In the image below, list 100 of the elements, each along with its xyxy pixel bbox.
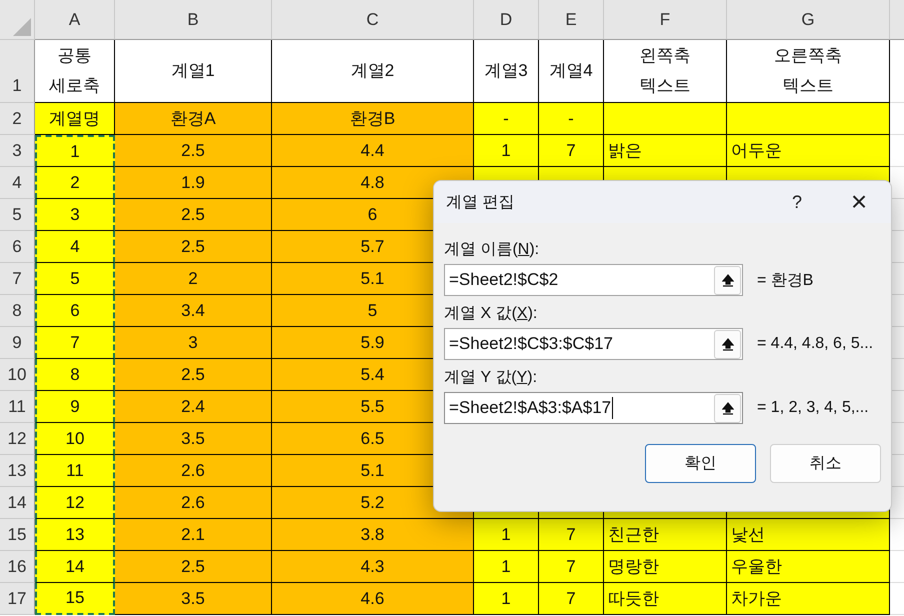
collapse-button[interactable] [714,394,741,422]
input-field[interactable]: =Sheet2!$C$3:$C$17 [444,328,743,360]
column-header[interactable]: C [272,0,474,40]
row-header[interactable]: 11 [0,391,35,423]
table-cell: 7 [539,551,604,583]
table-cell: 밝은 [604,135,727,167]
row-header[interactable]: 7 [0,263,35,295]
table-cell: 3.5 [115,583,272,615]
table-cell: 4.3 [272,551,474,583]
row-header[interactable]: 13 [0,455,35,487]
collapse-button[interactable] [714,266,741,294]
table-cell: 공통 세로축 [35,40,115,103]
table-cell: 낯선 [727,519,890,551]
table-cell: 환경B [272,103,474,135]
table-cell: 2.6 [115,455,272,487]
table-cell: 7 [539,135,604,167]
table-cell: - [539,103,604,135]
table-cell: 4 [35,231,115,263]
table-cell: 계열명 [35,103,115,135]
up-arrow-icon [722,274,734,286]
column-header[interactable]: D [474,0,539,40]
table-cell: 4.6 [272,583,474,615]
table-cell: 8 [35,359,115,391]
table-cell: 3.8 [272,519,474,551]
row-header[interactable]: 4 [0,167,35,199]
table-cell: 1 [35,135,115,167]
table-cell: 3 [35,199,115,231]
table-cell: 1 [474,583,539,615]
row-header[interactable]: 6 [0,231,35,263]
table-cell: 2 [115,263,272,295]
table-cell: 계열3 [474,40,539,103]
row-header[interactable]: 15 [0,519,35,551]
table-cell: 10 [35,423,115,455]
help-button[interactable]: ? [767,192,827,212]
table-cell: 2.6 [115,487,272,519]
table-cell: 4.4 [272,135,474,167]
table-cell: 3.5 [115,423,272,455]
row-header[interactable]: 8 [0,295,35,327]
row-header[interactable]: 9 [0,327,35,359]
table-cell: 11 [35,455,115,487]
table-cell: - [474,103,539,135]
column-header[interactable]: B [115,0,272,40]
close-button[interactable]: × [827,186,891,218]
table-cell: 2.5 [115,551,272,583]
table-cell: 7 [539,519,604,551]
table-cell: 2.5 [115,359,272,391]
row-header[interactable]: 5 [0,199,35,231]
table-cell: 2.4 [115,391,272,423]
row-header[interactable]: 10 [0,359,35,391]
table-cell: 2.5 [115,135,272,167]
up-arrow-icon [722,338,734,350]
table-cell: 2.1 [115,519,272,551]
column-header[interactable]: G [727,0,890,40]
column-header[interactable]: A [35,0,115,40]
table-cell: 1 [474,519,539,551]
column-header[interactable]: E [539,0,604,40]
table-cell: 15 [35,583,115,615]
input-field[interactable]: =Sheet2!$C$2 [444,264,743,296]
table-cell: 왼쪽축 텍스트 [604,40,727,103]
up-arrow-icon [722,402,734,414]
row-header[interactable]: 17 [0,583,35,615]
table-cell: 명랑한 [604,551,727,583]
table-cell: 계열4 [539,40,604,103]
table-cell: 어두운 [727,135,890,167]
table-cell: 계열1 [115,40,272,103]
table-cell: 2.5 [115,231,272,263]
cancel-button[interactable]: 취소 [770,444,881,483]
row-header[interactable]: 16 [0,551,35,583]
table-cell: 차가운 [727,583,890,615]
row-header[interactable]: 2 [0,103,35,135]
input-field[interactable]: =Sheet2!$A$3:$A$17 [444,392,743,424]
table-cell: 따듯한 [604,583,727,615]
result-preview: = 환경B [757,270,814,290]
table-cell: 6 [35,295,115,327]
row-header[interactable]: 12 [0,423,35,455]
table-cell: 13 [35,519,115,551]
row-header[interactable]: 1 [0,40,35,103]
table-cell: 1 [474,135,539,167]
row-header[interactable]: 3 [0,135,35,167]
ok-button[interactable]: 확인 [645,444,756,483]
table-cell: 7 [35,327,115,359]
table-cell: 7 [539,583,604,615]
table-cell: 3.4 [115,295,272,327]
result-preview: = 1, 2, 3, 4, 5,... [757,399,869,417]
row-header[interactable]: 14 [0,487,35,519]
table-cell: 2.5 [115,199,272,231]
table-cell: 1.9 [115,167,272,199]
table-cell: 오른쪽축 텍스트 [727,40,890,103]
table-cell: 5 [35,263,115,295]
table-cell: 2 [35,167,115,199]
table-cell: 9 [35,391,115,423]
table-cell: 계열2 [272,40,474,103]
table-cell: 1 [474,551,539,583]
table-cell: 친근한 [604,519,727,551]
table-cell: 3 [115,327,272,359]
column-header[interactable]: F [604,0,727,40]
table-cell: 14 [35,551,115,583]
table-cell: 우울한 [727,551,890,583]
collapse-button[interactable] [714,330,741,358]
table-cell: 12 [35,487,115,519]
